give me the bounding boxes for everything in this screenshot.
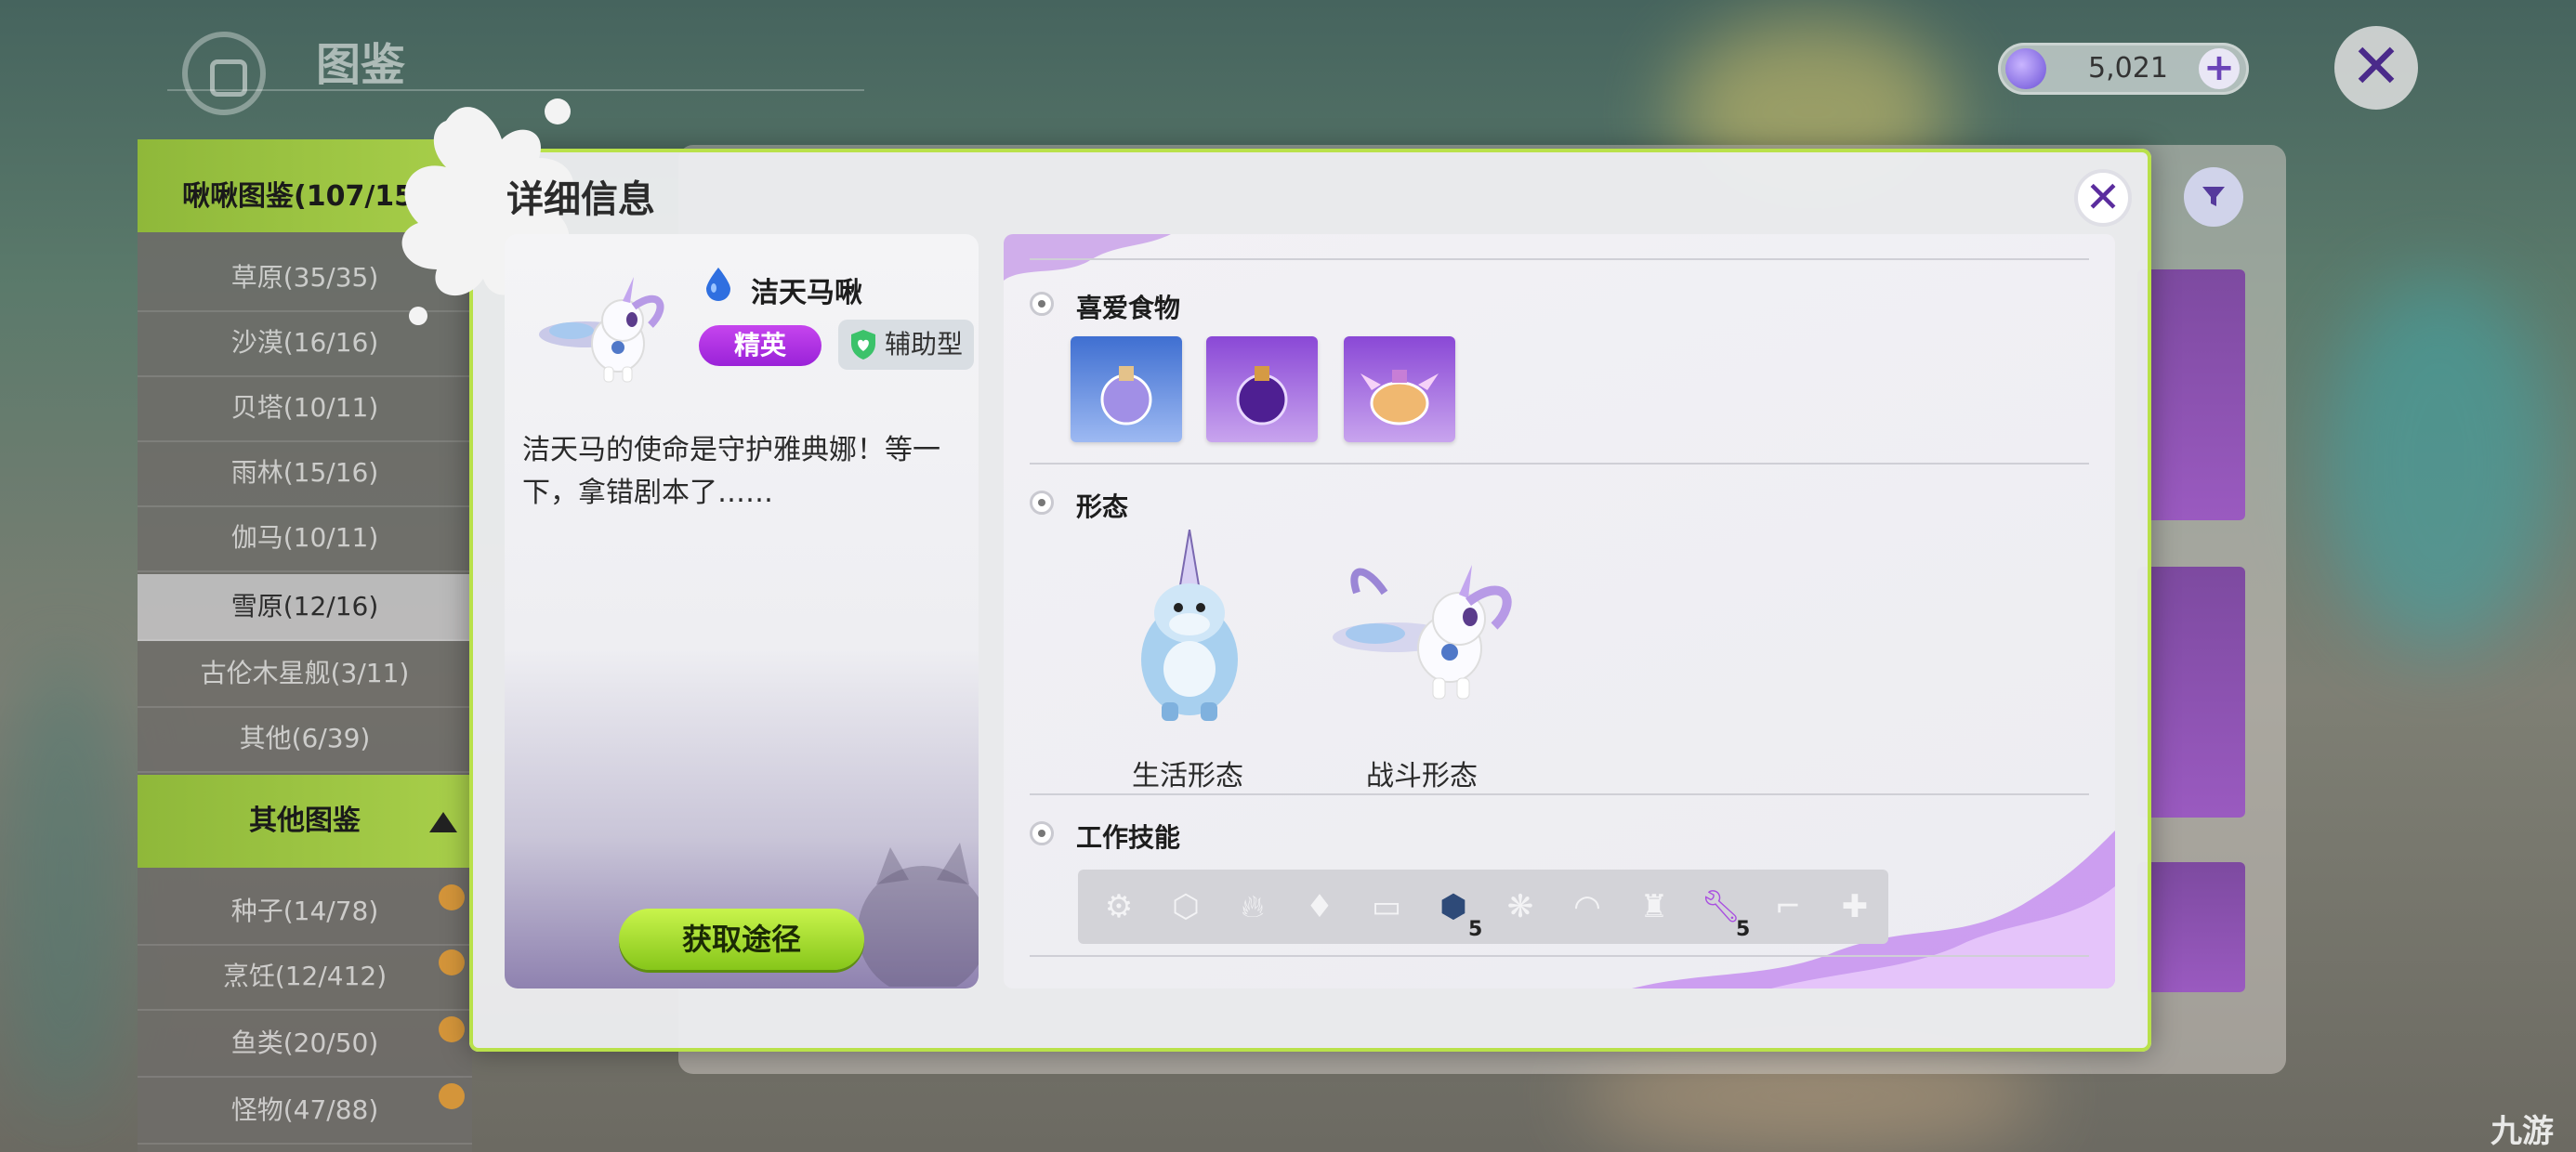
codex-card[interactable] xyxy=(2137,862,2245,992)
food-item-3[interactable] xyxy=(1344,336,1455,442)
potion-icon[interactable]: ✚ xyxy=(1827,879,1883,935)
pet-name: 洁天马啾 xyxy=(751,277,862,309)
notification-dot xyxy=(439,949,465,975)
notification-dot xyxy=(439,1016,465,1042)
sidebar-item-cooking[interactable]: 烹饪(12/412) xyxy=(138,944,472,1011)
codex-logo-icon xyxy=(182,32,266,115)
paint-corner-decoration xyxy=(1004,234,1171,281)
sidebar-item-rainforest[interactable]: 雨林(15/16) xyxy=(138,440,472,507)
potion-icon xyxy=(1236,366,1288,425)
sidebar-item-gamma[interactable]: 伽马(10/11) xyxy=(138,505,472,572)
favorite-food-title: 喜爱食物 xyxy=(1076,293,1181,323)
section-bullet-icon xyxy=(1030,821,1054,845)
berry-icon[interactable]: ❋ xyxy=(1492,879,1548,935)
food-item-2[interactable] xyxy=(1206,336,1318,442)
pet-portrait xyxy=(539,277,664,383)
potion-icon xyxy=(1100,366,1152,425)
codex-card[interactable] xyxy=(2137,567,2245,818)
work-skill-title: 工作技能 xyxy=(1076,822,1181,853)
type-label: 辅助型 xyxy=(885,329,964,360)
battle-form-image[interactable] xyxy=(1329,556,1524,713)
sidebar-item-snowfield[interactable]: 雪原(12/16) xyxy=(138,574,472,641)
section-bullet-icon xyxy=(1030,491,1054,515)
codex-card[interactable] xyxy=(2137,269,2245,520)
dialog-close-button[interactable]: ✕ xyxy=(2074,169,2132,227)
notification-dot xyxy=(439,884,465,910)
close-codex-button[interactable]: ✕ xyxy=(2334,26,2418,110)
section-divider xyxy=(1030,258,2089,260)
gun-icon[interactable]: ⌐ xyxy=(1760,879,1816,935)
gear-icon[interactable]: ⚙ xyxy=(1091,879,1147,935)
skill-level: 5 xyxy=(1736,918,1751,941)
collapse-arrow-icon xyxy=(429,812,457,832)
water-drop-icon xyxy=(706,268,730,301)
dialog-title: 详细信息 xyxy=(506,178,655,221)
watermark-logo: 九游 xyxy=(2491,1113,2554,1150)
battle-form-label: 战斗形态 xyxy=(1366,760,1478,792)
fire-icon[interactable]: 🔥︎ xyxy=(1225,879,1281,935)
hat-icon[interactable]: ◠ xyxy=(1559,879,1615,935)
cube-icon[interactable]: ⬡ xyxy=(1158,879,1214,935)
sidebar-item-seeds[interactable]: 种子(14/78) xyxy=(138,879,472,946)
pet-description: 洁天马的使命是守护雅典娜！等一下，拿错剧本了…… xyxy=(522,434,940,509)
rarity-badge: 精英 xyxy=(699,325,821,366)
crystal-icon xyxy=(2005,48,2046,89)
log-icon[interactable]: ▭ xyxy=(1359,879,1414,935)
sidebar-item-fish[interactable]: 鱼类(20/50) xyxy=(138,1011,472,1078)
skill-level: 5 xyxy=(1468,918,1483,941)
section-bullet-icon xyxy=(1030,292,1054,316)
notification-dot xyxy=(439,1083,465,1109)
add-currency-button[interactable]: + xyxy=(2199,48,2240,89)
get-source-button[interactable]: 获取途径 xyxy=(619,909,864,970)
life-form-image[interactable] xyxy=(1124,530,1255,725)
currency-display: 5,021 + xyxy=(1998,43,2249,95)
sidebar-section-label: 其他图鉴 xyxy=(249,805,361,837)
filter-button[interactable] xyxy=(2184,167,2243,227)
chuchu-silhouette-decoration xyxy=(858,843,979,987)
form-title: 形态 xyxy=(1076,491,1129,522)
shield-heart-icon xyxy=(851,330,875,360)
section-divider xyxy=(1030,463,2089,465)
sidebar-section-other-codex[interactable]: 其他图鉴 xyxy=(138,775,472,868)
section-divider xyxy=(1030,955,2089,957)
crystal-icon[interactable]: ♦ xyxy=(1292,879,1347,935)
currency-value: 5,021 xyxy=(2088,52,2168,85)
sidebar-item-beta[interactable]: 贝塔(10/11) xyxy=(138,375,472,442)
sidebar-item-monsters[interactable]: 怪物(47/88) xyxy=(138,1078,472,1145)
food-item-1[interactable] xyxy=(1071,336,1182,442)
sidebar-item-other[interactable]: 其他(6/39) xyxy=(138,706,472,773)
shirt-icon[interactable]: ♜ xyxy=(1626,879,1682,935)
life-form-label: 生活形态 xyxy=(1132,760,1243,792)
filter-icon xyxy=(2202,187,2225,206)
sidebar-item-gulunmu-ship[interactable]: 古伦木星舰(3/11) xyxy=(138,641,472,708)
section-divider xyxy=(1030,793,2089,795)
potion-icon xyxy=(1360,370,1439,425)
